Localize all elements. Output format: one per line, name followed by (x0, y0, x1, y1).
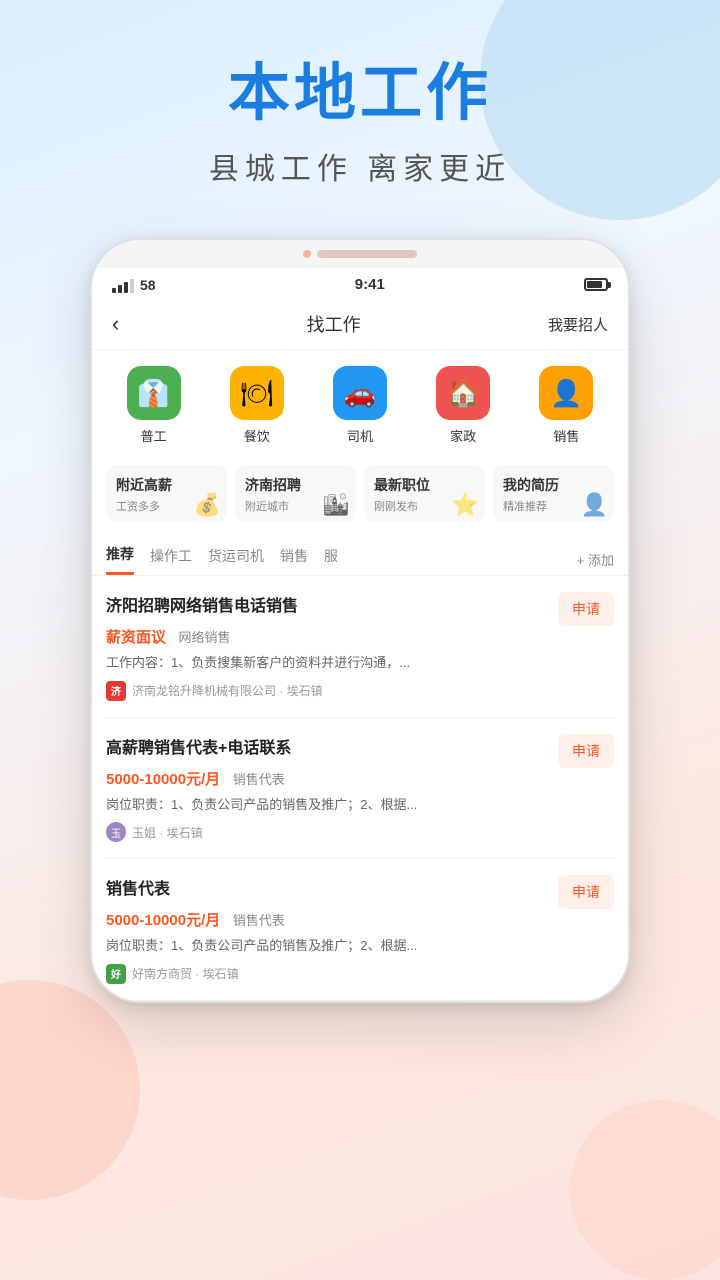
company-name-2: 玉姐 · 埃石镇 (132, 824, 203, 841)
tab-bar: 推荐 操作工 货运司机 销售 服 + 添加 (92, 534, 628, 576)
apply-button-3[interactable]: 申请 (558, 875, 614, 909)
latest-emoji: ⭐ (452, 492, 479, 518)
job-salary-1: 薪资面议 (106, 629, 166, 646)
job-card-1: 济阳招聘网络销售电话销售 申请 薪资面议 网络销售 工作内容：1、负责搜集新客户… (106, 576, 614, 718)
apply-button-2[interactable]: 申请 (558, 734, 614, 768)
resume-emoji: 👤 (581, 492, 608, 518)
quick-access-section: 附近高薪 工资多多 💰 济南招聘 附近城市 🏙 最新职位 刚刚发布 ⭐ 我的简历… (92, 457, 628, 534)
category-driver[interactable]: 🚗 司机 (333, 366, 387, 445)
signal-bar-1 (112, 288, 116, 293)
company-logo-3: 好 (106, 964, 126, 984)
company-name-3: 好南方商贸 · 埃石镇 (132, 965, 239, 982)
nav-title: 找工作 (307, 311, 361, 337)
domestic-label: 家政 (450, 426, 476, 445)
job-list: 济阳招聘网络销售电话销售 申请 薪资面议 网络销售 工作内容：1、负责搜集新客户… (92, 576, 628, 1001)
job-salary-row-2: 5000-10000元/月 销售代表 (106, 768, 614, 789)
job-company-3: 好 好南方商贸 · 埃石镇 (106, 964, 614, 984)
battery-icon (584, 278, 608, 291)
job-title-2: 高薪聘销售代表+电话联系 (106, 734, 558, 758)
quick-card-nearby[interactable]: 附近高薪 工资多多 💰 (106, 465, 227, 522)
food-label: 餐饮 (244, 426, 270, 445)
phone-top-bar (92, 240, 628, 268)
tab-freight[interactable]: 货运司机 (208, 546, 264, 574)
nearby-emoji: 💰 (194, 492, 221, 518)
category-sales[interactable]: 👤 销售 (539, 366, 593, 445)
tab-add-button[interactable]: + 添加 (577, 550, 614, 569)
job-header-3: 销售代表 申请 (106, 875, 614, 909)
sales-label: 销售 (553, 426, 579, 445)
tab-operator[interactable]: 操作工 (150, 546, 192, 574)
quick-card-latest[interactable]: 最新职位 刚刚发布 ⭐ (364, 465, 485, 522)
job-tag-3: 销售代表 (233, 913, 285, 928)
general-icon: 👔 (127, 366, 181, 420)
nav-bar: ‹ 找工作 我要招人 (92, 299, 628, 350)
job-desc-3: 岗位职责：1、负责公司产品的销售及推广；2、根据... (106, 936, 614, 956)
signal-strength: 58 (140, 277, 156, 293)
quick-card-jinan[interactable]: 济南招聘 附近城市 🏙 (235, 465, 356, 522)
job-header-1: 济阳招聘网络销售电话销售 申请 (106, 592, 614, 626)
tab-more[interactable]: 服 (324, 546, 338, 574)
signal-indicator: 58 (112, 277, 156, 293)
back-button[interactable]: ‹ (112, 311, 119, 337)
signal-bar-4 (130, 279, 134, 293)
quick-card-resume[interactable]: 我的简历 精准推荐 👤 (493, 465, 614, 522)
job-card-3: 销售代表 申请 5000-10000元/月 销售代表 岗位职责：1、负责公司产品… (106, 859, 614, 1001)
job-title-1: 济阳招聘网络销售电话销售 (106, 592, 558, 616)
signal-bar-2 (118, 285, 122, 293)
job-desc-1: 工作内容：1、负责搜集新客户的资料并进行沟通，... (106, 653, 614, 673)
category-food[interactable]: 🍽 餐饮 (230, 366, 284, 445)
company-name-1: 济南龙铭升降机械有限公司 · 埃石镇 (132, 682, 323, 699)
phone-mockup: 58 9:41 ‹ 找工作 我要招人 👔 普工 (90, 238, 630, 1003)
sub-title: 县城工作 离家更近 (0, 144, 720, 188)
tab-sales[interactable]: 销售 (280, 546, 308, 574)
job-title-3: 销售代表 (106, 875, 558, 899)
job-company-1: 济 济南龙铭升降机械有限公司 · 埃石镇 (106, 681, 614, 701)
driver-label: 司机 (347, 426, 373, 445)
notch-dot (303, 250, 311, 258)
job-salary-2: 5000-10000元/月 (106, 771, 220, 788)
apply-button-1[interactable]: 申请 (558, 592, 614, 626)
job-tag-2: 销售代表 (233, 772, 285, 787)
job-desc-2: 岗位职责：1、负责公司产品的销售及推广；2、根据... (106, 795, 614, 815)
main-title: 本地工作 (0, 60, 720, 128)
tab-recommend[interactable]: 推荐 (106, 544, 134, 575)
category-general[interactable]: 👔 普工 (127, 366, 181, 445)
battery-indicator (584, 278, 608, 291)
notch-bar (317, 250, 417, 258)
food-icon: 🍽 (230, 366, 284, 420)
jinan-emoji: 🏙 (322, 492, 350, 518)
status-bar: 58 9:41 (92, 268, 628, 299)
job-salary-3: 5000-10000元/月 (106, 912, 220, 929)
company-logo-2: 玉 (106, 822, 126, 842)
job-salary-row-1: 薪资面议 网络销售 (106, 626, 614, 647)
job-card-2: 高薪聘销售代表+电话联系 申请 5000-10000元/月 销售代表 岗位职责：… (106, 718, 614, 860)
app-content: ‹ 找工作 我要招人 👔 普工 🍽 餐饮 🚗 司机 (92, 299, 628, 1001)
job-tag-1: 网络销售 (178, 630, 230, 645)
sales-icon: 👤 (539, 366, 593, 420)
category-domestic[interactable]: 🏠 家政 (436, 366, 490, 445)
signal-bar-3 (124, 282, 128, 293)
driver-icon: 🚗 (333, 366, 387, 420)
status-time: 9:41 (355, 276, 385, 293)
category-section: 👔 普工 🍽 餐饮 🚗 司机 🏠 家政 👤 销售 (92, 350, 628, 457)
job-salary-row-3: 5000-10000元/月 销售代表 (106, 909, 614, 930)
domestic-icon: 🏠 (436, 366, 490, 420)
job-header-2: 高薪聘销售代表+电话联系 申请 (106, 734, 614, 768)
battery-fill (587, 281, 602, 288)
general-label: 普工 (141, 426, 167, 445)
company-logo-1: 济 (106, 681, 126, 701)
job-company-2: 玉 玉姐 · 埃石镇 (106, 822, 614, 842)
hire-button[interactable]: 我要招人 (548, 314, 608, 335)
